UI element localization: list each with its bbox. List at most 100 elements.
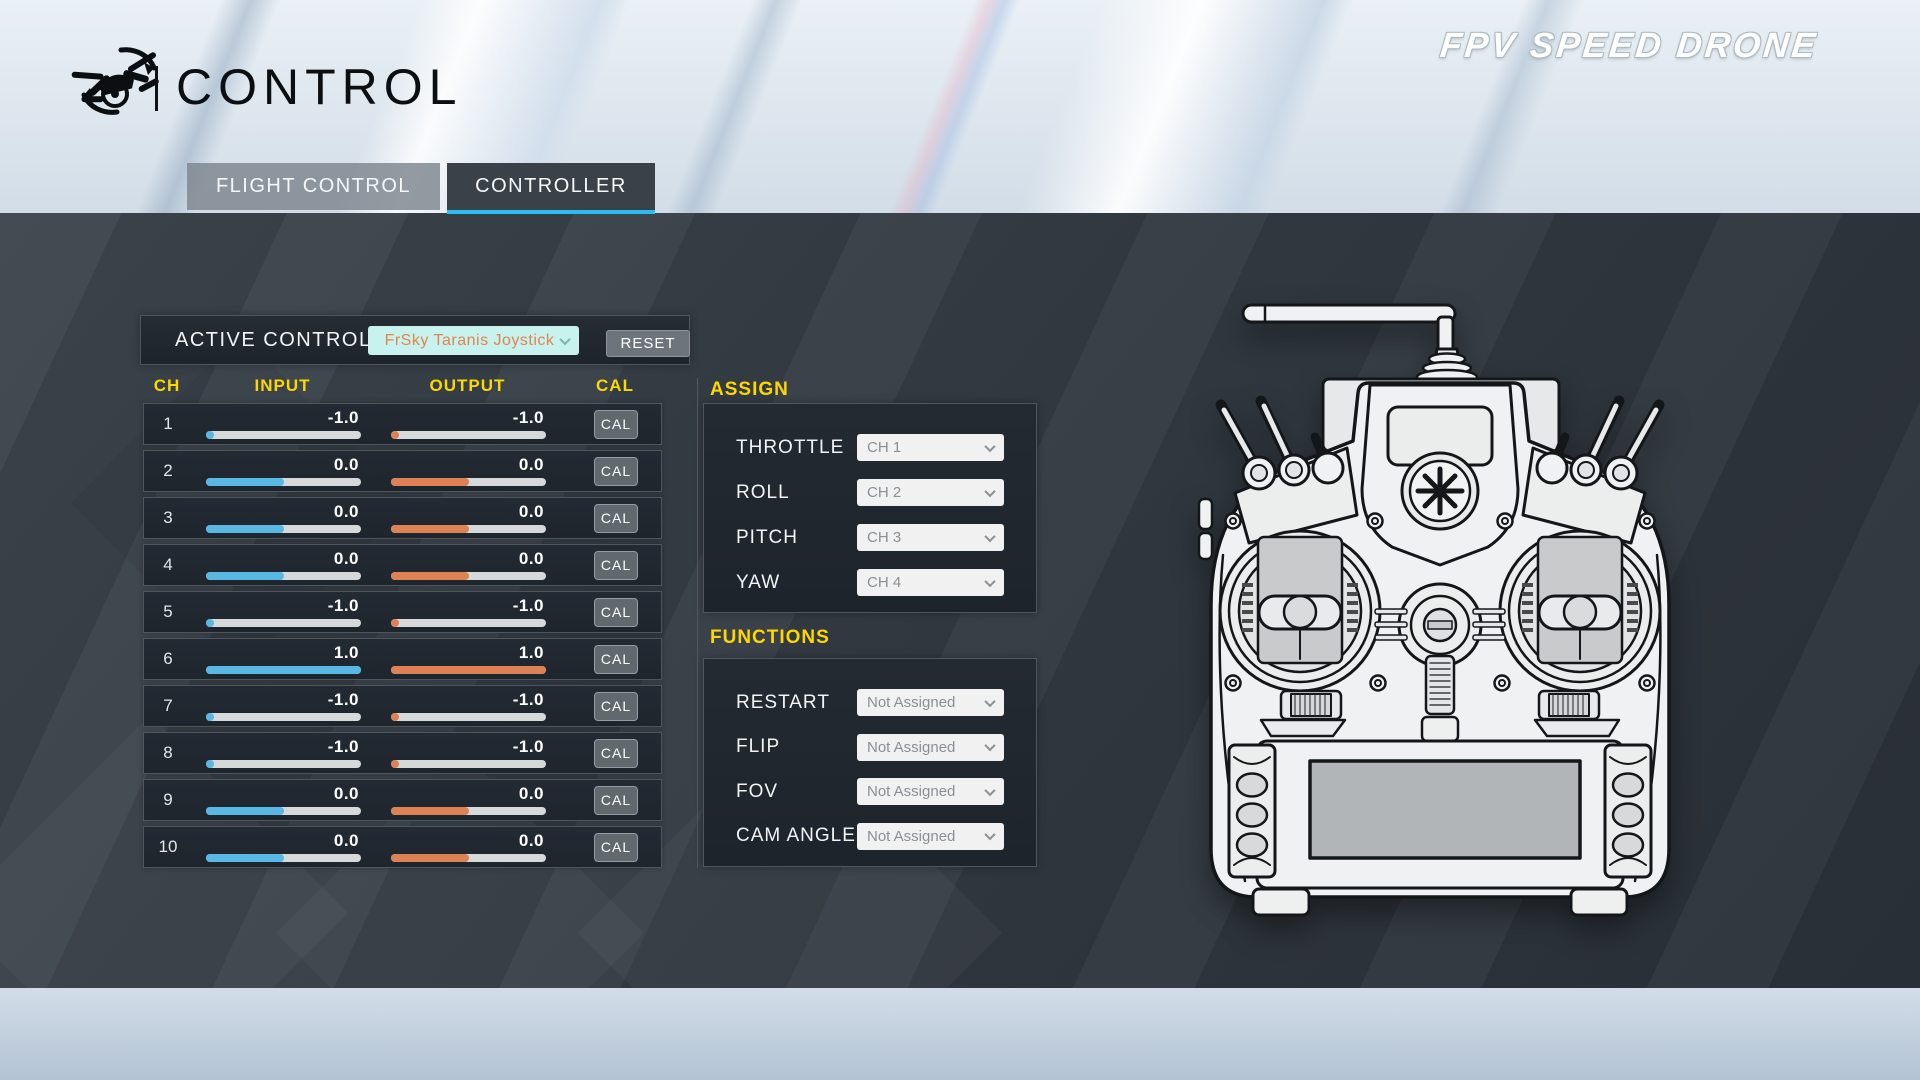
input-slider[interactable]: 0.0 <box>206 498 361 538</box>
output-value: 0.0 <box>519 784 544 804</box>
cal-button[interactable]: CAL <box>594 410 638 439</box>
input-track <box>206 619 361 627</box>
output-value: -1.0 <box>513 408 544 428</box>
input-fill <box>206 760 214 768</box>
rc-transmitter-illustration <box>1195 293 1685 938</box>
device-select-value: FrSky Taranis Joystick <box>378 332 561 350</box>
column-header-input: INPUT <box>205 376 360 396</box>
output-fill <box>391 854 469 862</box>
function-select[interactable]: Not Assigned <box>857 689 1004 716</box>
output-slider[interactable]: 0.0 <box>391 827 546 867</box>
input-value: 1.0 <box>334 643 359 663</box>
output-value: -1.0 <box>513 596 544 616</box>
input-track <box>206 572 361 580</box>
chevron-down-icon <box>559 333 570 344</box>
output-slider[interactable]: -1.0 <box>391 404 546 444</box>
input-slider[interactable]: -1.0 <box>206 592 361 632</box>
assign-select[interactable]: CH 3 <box>857 524 1004 551</box>
cal-button[interactable]: CAL <box>594 739 638 768</box>
input-fill <box>206 807 284 815</box>
chevron-down-icon <box>984 485 995 496</box>
output-track <box>391 619 546 627</box>
input-fill <box>206 666 361 674</box>
assign-row: PITCH CH 3 <box>736 524 1004 551</box>
input-fill <box>206 619 214 627</box>
reset-button[interactable]: RESET <box>606 330 690 357</box>
output-slider[interactable]: -1.0 <box>391 592 546 632</box>
device-select[interactable]: FrSky Taranis Joystick <box>368 326 579 355</box>
assign-select-value: CH 2 <box>867 484 986 501</box>
cal-button[interactable]: CAL <box>594 645 638 674</box>
bottom-bar: BACK <box>0 988 1920 1080</box>
channel-number: 6 <box>144 639 192 679</box>
page-title: CONTROL <box>176 58 462 116</box>
output-track <box>391 431 546 439</box>
logo-divider <box>155 66 158 111</box>
function-select[interactable]: Not Assigned <box>857 734 1004 761</box>
input-fill <box>206 572 284 580</box>
chevron-down-icon <box>984 575 995 586</box>
channel-row: 8 -1.0 -1.0 CAL <box>143 732 662 774</box>
output-slider[interactable]: 0.0 <box>391 451 546 491</box>
functions-title: FUNCTIONS <box>710 627 830 649</box>
input-fill <box>206 525 284 533</box>
output-slider[interactable]: 0.0 <box>391 498 546 538</box>
input-slider[interactable]: 0.0 <box>206 827 361 867</box>
output-track <box>391 854 546 862</box>
output-slider[interactable]: -1.0 <box>391 733 546 773</box>
channel-row: 9 0.0 0.0 CAL <box>143 779 662 821</box>
cal-button[interactable]: CAL <box>594 504 638 533</box>
output-fill <box>391 431 399 439</box>
input-slider[interactable]: -1.0 <box>206 686 361 726</box>
active-control-bar: ACTIVE CONTROL FrSky Taranis Joystick RE… <box>140 315 690 365</box>
cal-button[interactable]: CAL <box>594 833 638 862</box>
function-label: FOV <box>736 781 778 803</box>
output-track <box>391 713 546 721</box>
cal-button[interactable]: CAL <box>594 786 638 815</box>
assign-select[interactable]: CH 4 <box>857 569 1004 596</box>
tab-flight-control[interactable]: FLIGHT CONTROL <box>187 163 440 210</box>
output-value: 1.0 <box>519 643 544 663</box>
output-track <box>391 572 546 580</box>
output-fill <box>391 619 399 627</box>
output-value: -1.0 <box>513 690 544 710</box>
output-track <box>391 525 546 533</box>
channel-table-header: CH INPUT OUTPUT CAL <box>143 376 662 396</box>
assign-select[interactable]: CH 2 <box>857 479 1004 506</box>
input-value: -1.0 <box>328 737 359 757</box>
output-slider[interactable]: 0.0 <box>391 545 546 585</box>
cal-button[interactable]: CAL <box>594 692 638 721</box>
channel-number: 8 <box>144 733 192 773</box>
output-slider[interactable]: -1.0 <box>391 686 546 726</box>
input-value: -1.0 <box>328 408 359 428</box>
function-row: RESTART Not Assigned <box>736 689 1004 716</box>
input-value: -1.0 <box>328 690 359 710</box>
input-slider[interactable]: 0.0 <box>206 545 361 585</box>
function-select-value: Not Assigned <box>867 739 986 756</box>
input-slider[interactable]: -1.0 <box>206 733 361 773</box>
assign-select[interactable]: CH 1 <box>857 434 1004 461</box>
tab-controller[interactable]: CONTROLLER <box>447 163 655 210</box>
channel-row: 2 0.0 0.0 CAL <box>143 450 662 492</box>
function-select-value: Not Assigned <box>867 694 986 711</box>
output-value: 0.0 <box>519 502 544 522</box>
channel-row: 6 1.0 1.0 CAL <box>143 638 662 680</box>
function-select[interactable]: Not Assigned <box>857 778 1004 805</box>
output-slider[interactable]: 1.0 <box>391 639 546 679</box>
input-slider[interactable]: 0.0 <box>206 780 361 820</box>
output-track <box>391 760 546 768</box>
chevron-down-icon <box>984 530 995 541</box>
cal-button[interactable]: CAL <box>594 598 638 627</box>
input-slider[interactable]: -1.0 <box>206 404 361 444</box>
input-value: 0.0 <box>334 831 359 851</box>
drone-with-rotation-arrows-icon <box>68 38 168 122</box>
cal-button[interactable]: CAL <box>594 457 638 486</box>
assign-label: YAW <box>736 572 780 594</box>
column-header-cal: CAL <box>593 376 637 396</box>
cal-button[interactable]: CAL <box>594 551 638 580</box>
input-slider[interactable]: 1.0 <box>206 639 361 679</box>
column-header-ch: CH <box>143 376 191 396</box>
function-select[interactable]: Not Assigned <box>857 823 1004 850</box>
input-slider[interactable]: 0.0 <box>206 451 361 491</box>
output-slider[interactable]: 0.0 <box>391 780 546 820</box>
